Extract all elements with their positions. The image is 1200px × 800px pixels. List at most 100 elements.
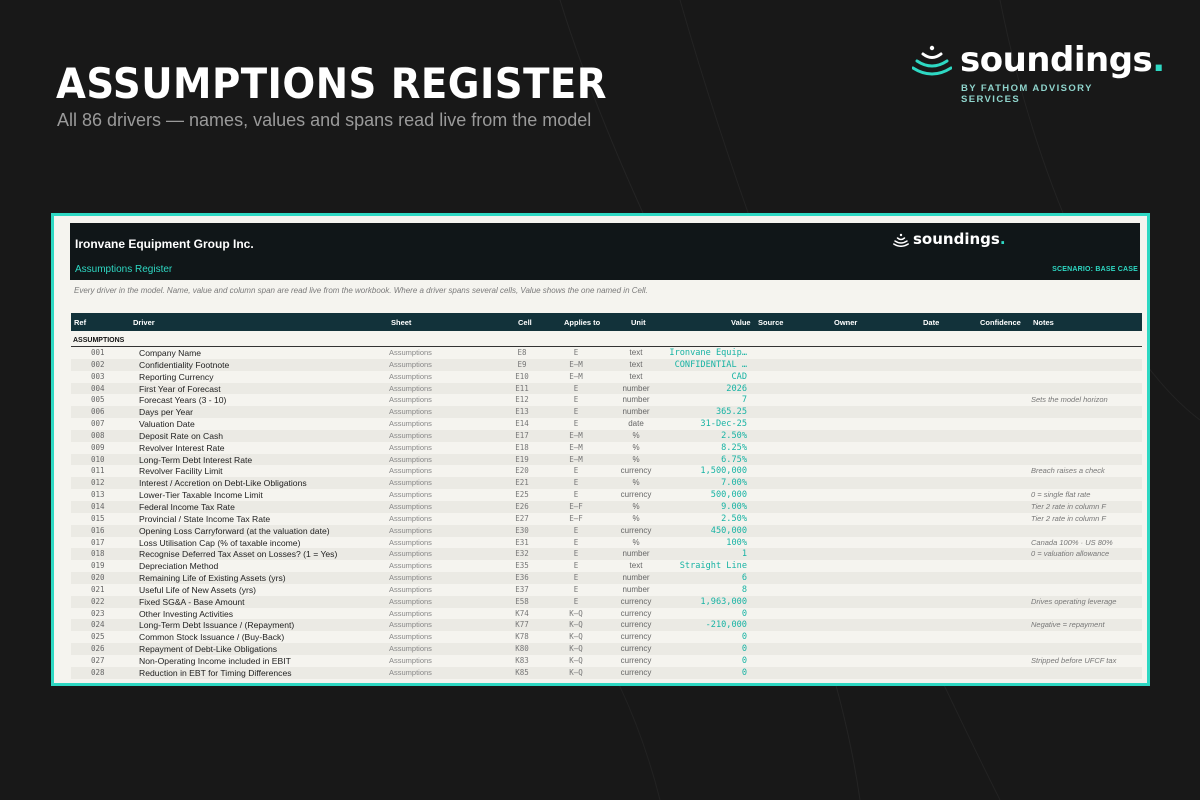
table-row[interactable]: 014 Federal Income Tax Rate Assumptions E26…	[71, 500, 1142, 513]
row-notes: 0 = valuation allowance	[1031, 549, 1110, 559]
row-sheet: Assumptions	[389, 549, 432, 559]
row-applies-to: E	[573, 478, 579, 488]
row-ref: 013	[91, 490, 105, 500]
table-row[interactable]: 016 Opening Loss Carryforward (at the val…	[71, 524, 1142, 537]
table-row[interactable]: 026 Repayment of Debt-Like Obligations Ass…	[71, 643, 1142, 655]
row-sheet: Assumptions	[389, 596, 432, 606]
row-cell: E58	[515, 596, 529, 606]
row-applies-to: E	[573, 466, 579, 476]
table-row[interactable]: 025 Common Stock Issuance / (Buy-Back) Ass…	[71, 631, 1142, 643]
row-ref: 006	[91, 407, 105, 417]
row-driver: Interest / Accretion on Debt-Like Obliga…	[139, 478, 307, 489]
table-row[interactable]: 002 Confidentiality Footnote Assumptions E9…	[71, 358, 1142, 371]
row-unit: currency	[620, 655, 652, 665]
row-sheet: Assumptions	[389, 655, 432, 665]
row-unit: %	[632, 501, 640, 511]
row-applies-to: K–Q	[569, 655, 583, 665]
row-ref: 011	[91, 466, 105, 476]
row-applies-to: E	[573, 537, 579, 547]
col-cell[interactable]: Cell	[518, 318, 532, 327]
table-row[interactable]: 018 Recognise Deferred Tax Asset on Losse…	[71, 548, 1142, 561]
row-sheet: Assumptions	[389, 371, 432, 381]
row-driver: Days per Year	[139, 407, 193, 418]
row-driver: Long-Term Debt Issuance / (Repayment)	[139, 620, 295, 631]
row-sheet: Assumptions	[389, 348, 432, 357]
col-confidence[interactable]: Confidence	[980, 318, 1021, 327]
row-cell: E25	[515, 490, 529, 500]
row-cell: E26	[515, 501, 529, 511]
row-cell: K80	[515, 644, 529, 654]
row-value: 6	[741, 573, 747, 584]
col-value[interactable]: Value	[731, 318, 751, 327]
row-cell: E20	[515, 466, 529, 476]
row-sheet: Assumptions	[389, 442, 432, 452]
table-row[interactable]: 008 Deposit Rate on Cash Assumptions E17 E–M…	[71, 429, 1142, 442]
table-row[interactable]: 022 Fixed SG&A - Base Amount Assumptions E5…	[71, 595, 1142, 608]
col-source[interactable]: Source	[758, 318, 783, 327]
col-sheet[interactable]: Sheet	[391, 318, 411, 327]
register-tab-link[interactable]: Assumptions Register	[75, 264, 172, 275]
col-owner[interactable]: Owner	[834, 318, 857, 327]
table-row[interactable]: 007 Valuation Date Assumptions E14 Edate 31-D…	[71, 418, 1142, 430]
row-unit: text	[629, 561, 643, 571]
row-sheet: Assumptions	[389, 667, 432, 677]
table-row[interactable]: 012 Interest / Accretion on Debt-Like Obl…	[71, 477, 1142, 490]
col-driver[interactable]: Driver	[133, 318, 155, 327]
row-value: 100%	[726, 537, 747, 548]
row-sheet: Assumptions	[389, 584, 432, 594]
row-applies-to: E–M	[569, 442, 583, 452]
col-date[interactable]: Date	[923, 318, 939, 327]
row-unit: currency	[620, 596, 652, 606]
row-driver: Loss Utilisation Cap (% of taxable incom…	[139, 537, 301, 548]
col-notes[interactable]: Notes	[1033, 318, 1054, 327]
table-row[interactable]: 021 Useful Life of New Assets (yrs) Assump…	[71, 584, 1142, 596]
table-row[interactable]: 023 Other Investing Activities Assumptions…	[71, 608, 1142, 620]
table-row[interactable]: 009 Revolver Interest Rate Assumptions E18 E…	[71, 442, 1142, 454]
table-row[interactable]: 011 Revolver Facility Limit Assumptions E20…	[71, 465, 1142, 477]
row-notes: Negative = repayment	[1031, 620, 1105, 630]
table-row[interactable]: 028 Reduction in EBT for Timing Differenc…	[71, 666, 1142, 679]
table-row[interactable]: 003 Reporting Currency Assumptions E10 E–M te…	[71, 371, 1142, 383]
row-notes: Tier 2 rate in column F	[1031, 513, 1106, 523]
row-sheet: Assumptions	[389, 513, 432, 523]
row-value: 0	[741, 667, 747, 678]
row-value: 1,500,000	[700, 466, 747, 477]
col-unit[interactable]: Unit	[631, 318, 646, 327]
table-row[interactable]: 020 Remaining Life of Existing Assets (yr…	[71, 572, 1142, 584]
row-unit: %	[632, 442, 640, 452]
row-value: 450,000	[710, 525, 747, 536]
row-applies-to: E	[573, 549, 579, 559]
row-value: 2.50%	[721, 430, 747, 441]
row-sheet: Assumptions	[389, 620, 432, 630]
row-ref: 023	[91, 608, 105, 618]
table-row[interactable]: 001 Company Name Assumptions E8 Etext Ironvan…	[71, 347, 1142, 359]
table-row[interactable]: 004 First Year of Forecast Assumptions E11 E…	[71, 382, 1142, 395]
row-notes: Drives operating leverage	[1031, 596, 1117, 606]
row-applies-to: E	[573, 561, 579, 571]
col-applies-to[interactable]: Applies to	[564, 318, 600, 327]
table-row[interactable]: 005 Forecast Years (3 - 10) Assumptions E12…	[71, 394, 1142, 406]
row-ref: 001	[91, 348, 105, 357]
table-row[interactable]: 013 Lower-Tier Taxable Income Limit Assump…	[71, 489, 1142, 501]
col-ref[interactable]: Ref	[74, 318, 86, 327]
row-unit: %	[632, 537, 640, 547]
row-unit: %	[632, 430, 640, 440]
table-row[interactable]: 017 Loss Utilisation Cap (% of taxable in…	[71, 537, 1142, 549]
row-unit: currency	[620, 490, 652, 500]
table-row[interactable]: 006 Days per Year Assumptions E13 Enumber 365…	[71, 406, 1142, 419]
row-sheet: Assumptions	[389, 490, 432, 500]
row-cell: E32	[515, 549, 529, 559]
row-unit: number	[622, 549, 650, 559]
row-applies-to: E	[573, 407, 579, 417]
row-ref: 028	[91, 667, 105, 677]
row-ref: 014	[91, 501, 105, 511]
table-row[interactable]: 015 Provincial / State Income Tax Rate Ass…	[71, 513, 1142, 525]
table-row[interactable]: 024 Long-Term Debt Issuance / (Repayment)…	[71, 619, 1142, 632]
row-ref: 026	[91, 644, 105, 654]
row-cell: E10	[515, 371, 529, 381]
row-value: 0	[741, 644, 747, 655]
row-driver: Reporting Currency	[139, 371, 214, 382]
table-row[interactable]: 019 Depreciation Method Assumptions E35 Etex…	[71, 560, 1142, 572]
table-row[interactable]: 010 Long-Term Debt Interest Rate Assumptio…	[71, 453, 1142, 466]
table-row[interactable]: 027 Non-Operating Income included in EBIT…	[71, 655, 1142, 667]
